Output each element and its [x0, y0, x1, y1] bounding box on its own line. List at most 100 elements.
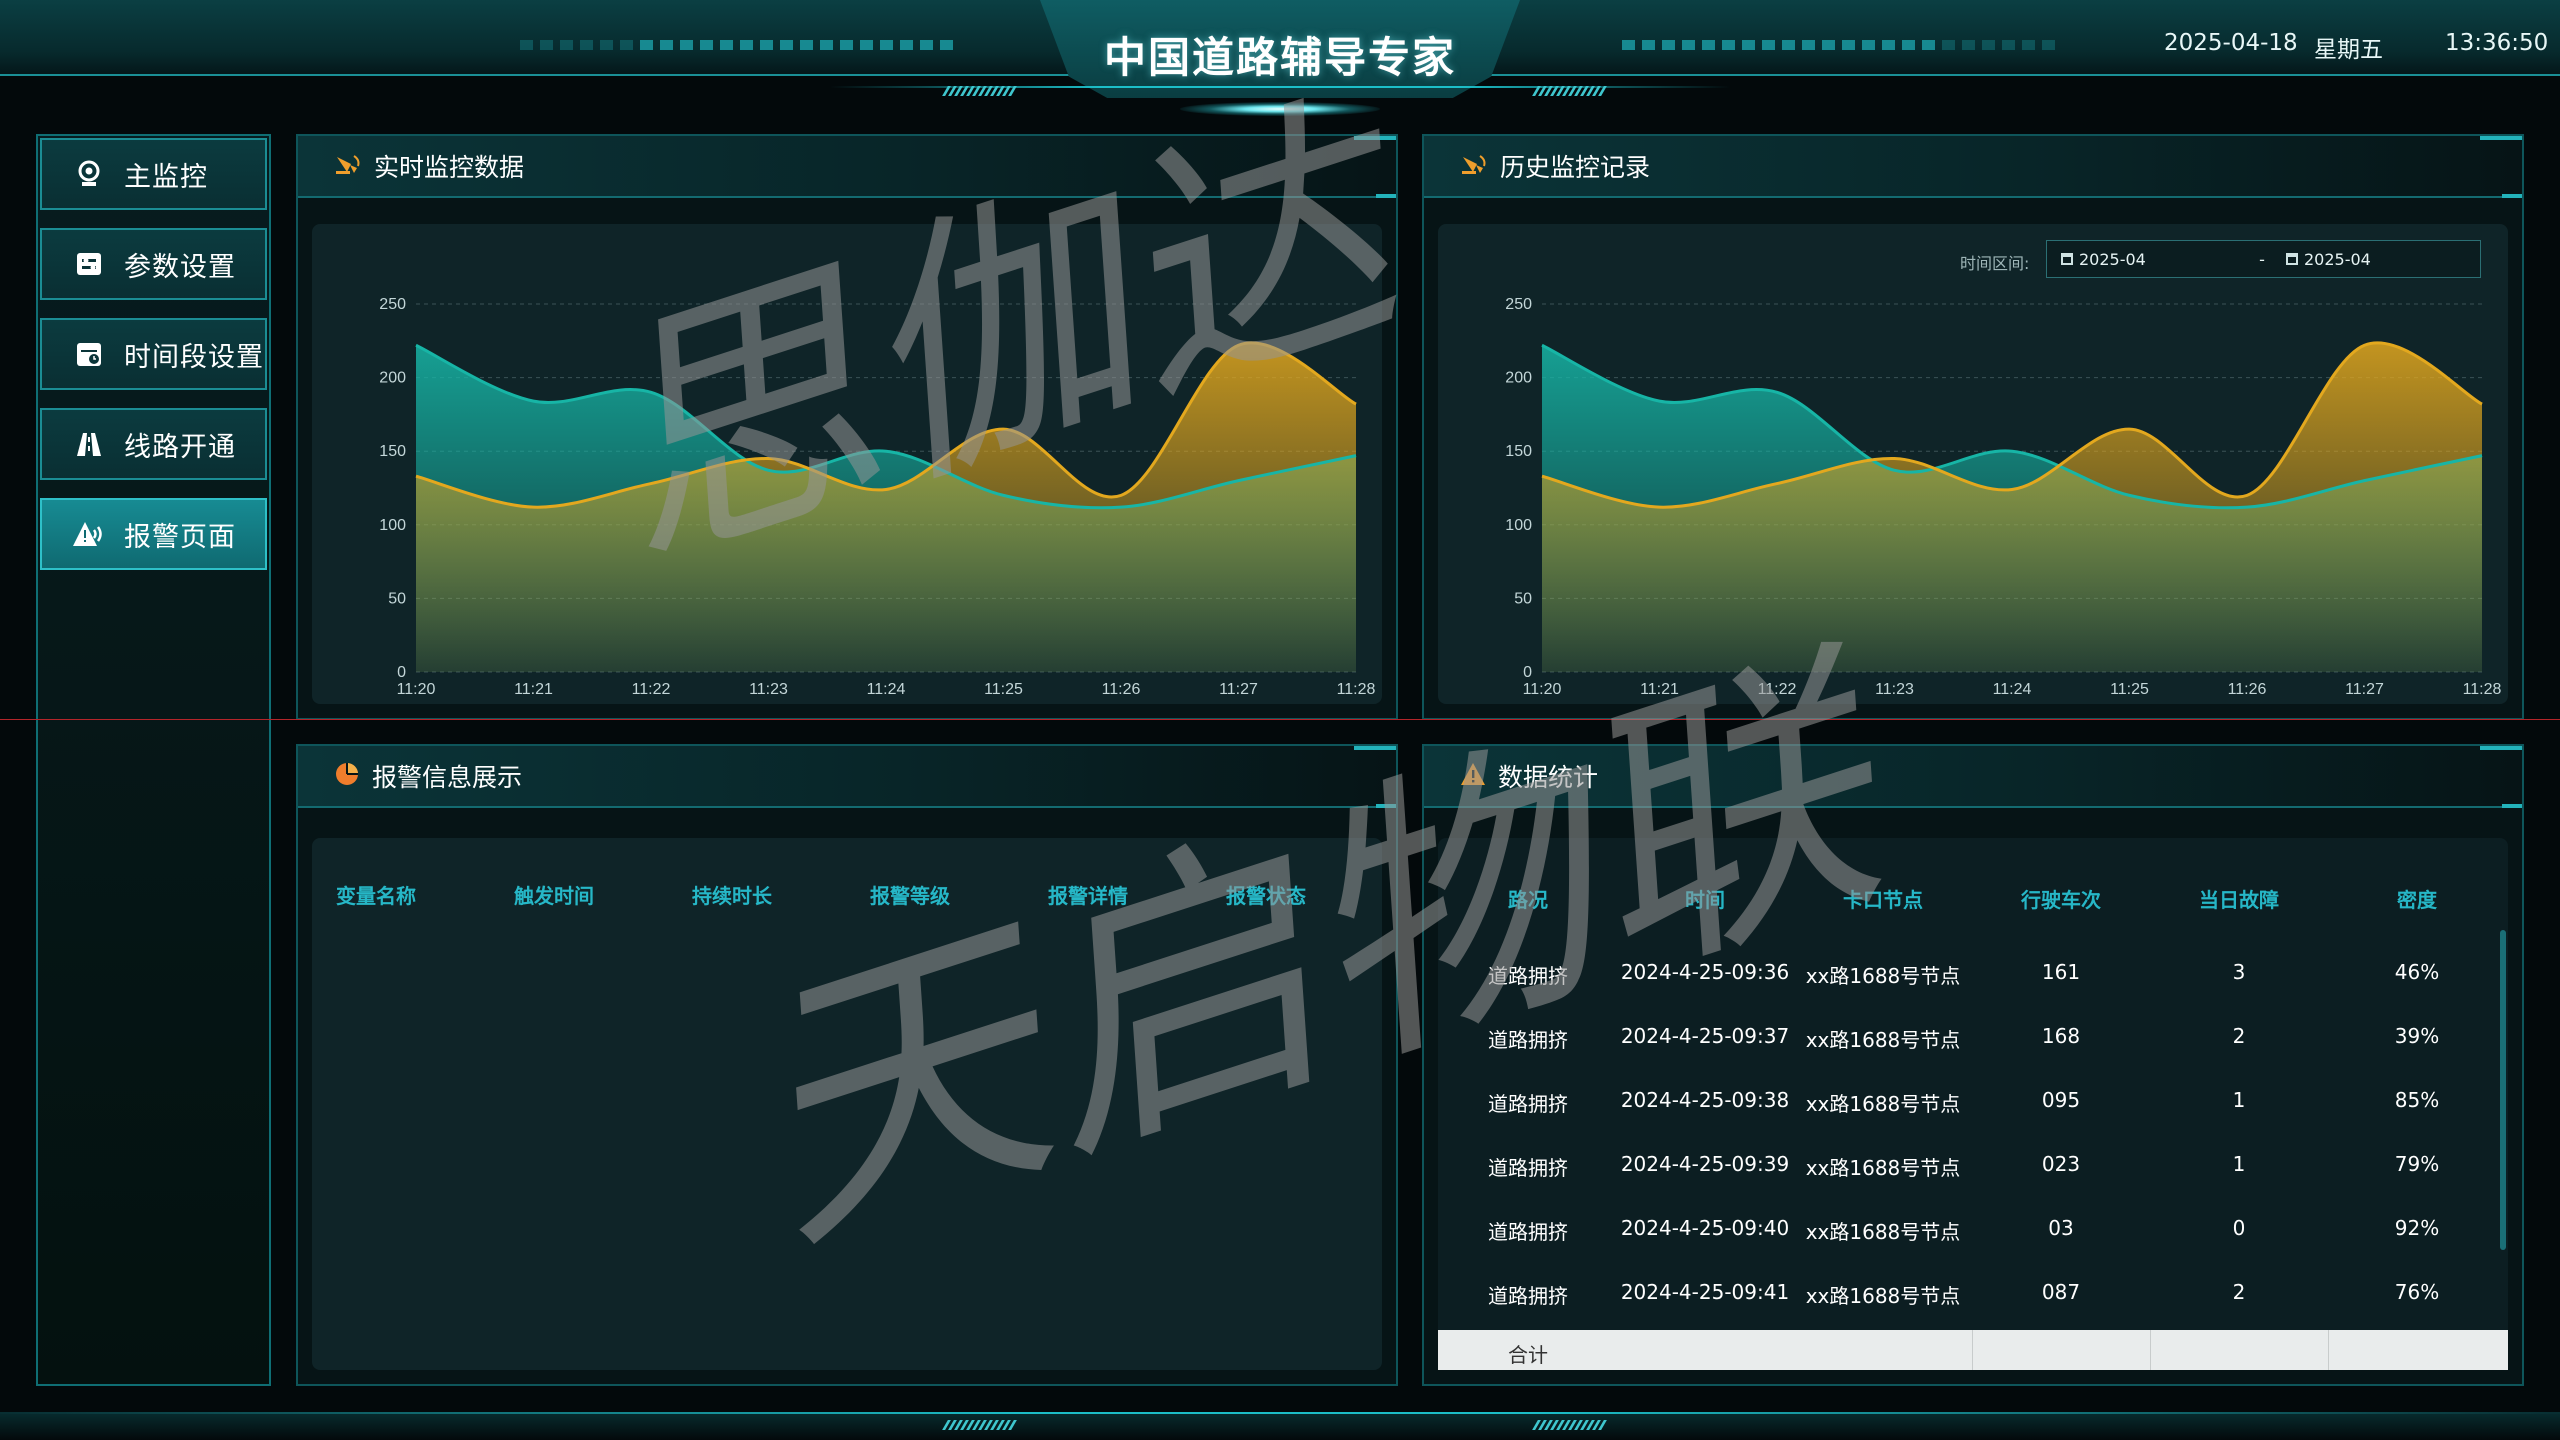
header-dash-decoration-left — [520, 40, 953, 52]
panel-corner-decoration — [2480, 136, 2522, 140]
x-tick-label: 11:23 — [749, 681, 788, 698]
y-tick-label: 150 — [1505, 443, 1532, 460]
sidebar-item-alarm-page[interactable]: 报警页面 — [40, 498, 267, 570]
stats-column-header: 密度 — [2397, 888, 2437, 912]
y-tick-label: 200 — [1505, 370, 1532, 387]
header-dash-decoration-right — [1622, 40, 2055, 52]
footer-stripe-decoration-right — [1532, 1420, 1607, 1432]
x-tick-label: 11:23 — [1875, 681, 1914, 698]
series-area — [416, 342, 1356, 672]
total-cell-divider — [2328, 1330, 2329, 1370]
sidebar: 主监控 参数设置 时间段设置 线路开通 报警页面 — [36, 134, 271, 1386]
stats-table-cell: 道路拥挤 — [1488, 1028, 1568, 1052]
panel-corner-decoration — [2502, 804, 2522, 808]
stats-column-header: 行驶车次 — [2021, 888, 2101, 912]
footer-band — [0, 1414, 2560, 1440]
alarm-icon — [72, 517, 106, 551]
alarm-table-header: 变量名称 触发时间 持续时长 报警等级 报警详情 报警状态 — [312, 880, 1382, 910]
footer-stripe-decoration-left — [942, 1420, 1017, 1432]
alarm-table: 变量名称 触发时间 持续时长 报警等级 报警详情 报警状态 — [312, 838, 1382, 1370]
x-tick-label: 11:27 — [1219, 681, 1258, 698]
header-glow — [1180, 102, 1380, 116]
stats-table-cell: 2 — [2232, 1024, 2246, 1048]
alarm-panel-header: 报警信息展示 — [298, 746, 1396, 808]
x-tick-label: 11:22 — [632, 681, 671, 698]
history-panel-title: 历史监控记录 — [1500, 153, 1651, 182]
stats-table-cell: 03 — [2048, 1216, 2074, 1240]
stats-table-cell: 0 — [2232, 1216, 2246, 1240]
y-tick-label: 100 — [379, 517, 406, 534]
alarm-column-header: 报警状态 — [1226, 884, 1306, 908]
header-stripe-decoration-right — [1532, 86, 1607, 98]
stats-table-cell: 85% — [2394, 1088, 2440, 1112]
sidebar-item-parameter-settings[interactable]: 参数设置 — [40, 228, 267, 300]
y-tick-label: 50 — [1514, 590, 1532, 607]
sidebar-item-label: 主监控 — [124, 161, 208, 193]
stats-table-cell: 道路拥挤 — [1488, 1220, 1568, 1244]
stats-table-cell: 79% — [2394, 1152, 2440, 1176]
alarm-column-header: 触发时间 — [514, 884, 594, 908]
x-tick-label: 11:28 — [1337, 681, 1376, 698]
alarm-info-panel: 报警信息展示 变量名称 触发时间 持续时长 报警等级 报警详情 报警状态 — [296, 744, 1398, 1386]
sidebar-item-label: 参数设置 — [124, 251, 236, 283]
stats-table-cell: 161 — [2041, 960, 2081, 984]
data-statistics-panel: 数据统计 路况 时间 卡口节点 行驶车次 当日故障 密度 道路拥挤 2024-4-25-09:… — [1422, 744, 2524, 1386]
sidebar-item-main-monitor[interactable]: 主监控 — [40, 138, 267, 210]
stats-table-cell: 2 — [2232, 1280, 2246, 1304]
x-tick-label: 11:21 — [514, 681, 553, 698]
sidebar-item-route-opening[interactable]: 线路开通 — [40, 408, 267, 480]
red-guide-line — [0, 719, 2560, 720]
realtime-panel-header: 实时监控数据 — [298, 136, 1396, 198]
total-cell-divider — [1972, 1330, 1973, 1370]
stats-panel-header: 数据统计 — [1424, 746, 2522, 808]
stats-table-cell: 2024-4-25-09:41 — [1620, 1280, 1790, 1304]
stats-column-header: 卡口节点 — [1843, 888, 1923, 912]
stats-table-cell: 1 — [2232, 1152, 2246, 1176]
sidebar-item-label: 时间段设置 — [124, 341, 264, 373]
stats-column-header: 路况 — [1508, 888, 1548, 912]
stats-table-cell: 92% — [2394, 1216, 2440, 1240]
x-tick-label: 11:25 — [984, 681, 1023, 698]
x-tick-label: 11:26 — [2228, 681, 2267, 698]
monitor-icon — [334, 152, 362, 180]
alarm-panel-title: 报警信息展示 — [372, 763, 523, 792]
stats-table-cell: xx路1688号节点 — [1805, 1220, 1961, 1244]
x-tick-label: 11:28 — [2463, 681, 2502, 698]
stats-table: 路况 时间 卡口节点 行驶车次 当日故障 密度 道路拥挤 2024-4-25-09:36 xx路… — [1438, 838, 2508, 1370]
alarm-column-header: 报警等级 — [870, 884, 950, 908]
x-tick-label: 11:22 — [1758, 681, 1797, 698]
alarm-column-header: 报警详情 — [1048, 884, 1128, 908]
stats-table-cell: 39% — [2394, 1024, 2440, 1048]
realtime-panel-title: 实时监控数据 — [374, 153, 525, 182]
stats-table-cell: 095 — [2041, 1088, 2081, 1112]
page-title: 中国道路辅导专家 — [1103, 33, 1456, 82]
y-tick-label: 150 — [379, 443, 406, 460]
stats-table-cell: 2024-4-25-09:39 — [1620, 1152, 1790, 1176]
stats-table-cell: 2024-4-25-09:40 — [1620, 1216, 1790, 1240]
alarm-column-header: 变量名称 — [336, 884, 416, 908]
panel-corner-decoration — [1354, 136, 1396, 140]
realtime-monitor-panel: 实时监控数据 0 50 100 150 200 250 11:20 11:21 11:22 11:… — [296, 134, 1398, 720]
stats-table-cell: xx路1688号节点 — [1805, 1028, 1961, 1052]
sidebar-item-time-settings[interactable]: 时间段设置 — [40, 318, 267, 390]
stats-panel-title: 数据统计 — [1498, 763, 1599, 792]
x-tick-label: 11:20 — [1523, 681, 1562, 698]
panel-corner-decoration — [1376, 804, 1396, 808]
x-tick-label: 11:27 — [2345, 681, 2384, 698]
panel-corner-decoration — [1354, 746, 1396, 750]
history-chart-area: 时间区间: 2025-04 - 2025-04 0 50 100 150 200 250 1… — [1438, 224, 2508, 704]
realtime-chart-area: 0 50 100 150 200 250 11:20 11:21 11:22 11:23 11:24… — [312, 224, 1382, 704]
panel-corner-decoration — [1376, 194, 1396, 198]
warning-triangle-icon — [1460, 762, 1486, 790]
header-date: 2025-04-18 — [2164, 30, 2298, 56]
x-tick-label: 11:24 — [867, 681, 906, 698]
total-cell-divider — [2150, 1330, 2151, 1370]
stats-table-cell: 76% — [2394, 1280, 2440, 1304]
header-time: 13:36:50 — [2445, 30, 2549, 56]
y-tick-label: 0 — [397, 664, 406, 681]
stats-table-cell: 168 — [2041, 1024, 2081, 1048]
stats-table-scrollbar[interactable] — [2500, 930, 2506, 1250]
header-weekday: 星期五 — [2314, 37, 2383, 63]
stats-table-cell: 023 — [2041, 1152, 2081, 1176]
stats-total-row: 合计 — [1438, 1330, 2508, 1370]
